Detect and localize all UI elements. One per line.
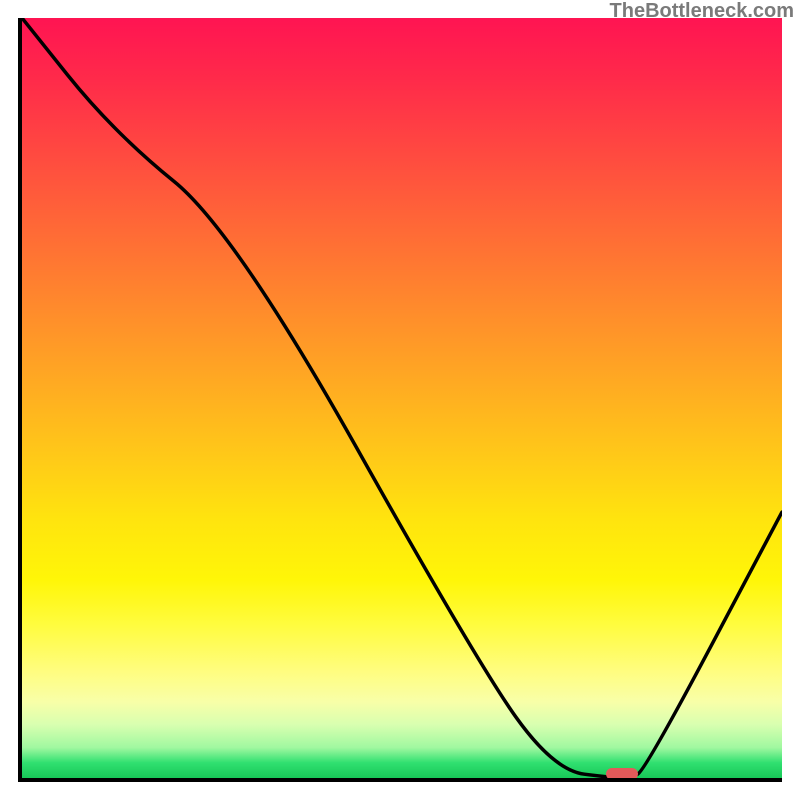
curve-layer [22, 18, 782, 778]
plot-area [18, 18, 782, 782]
optimal-point-marker [606, 768, 638, 780]
watermark-text: TheBottleneck.com [610, 0, 794, 23]
bottleneck-curve-path [22, 18, 782, 778]
bottleneck-chart: TheBottleneck.com [0, 0, 800, 800]
